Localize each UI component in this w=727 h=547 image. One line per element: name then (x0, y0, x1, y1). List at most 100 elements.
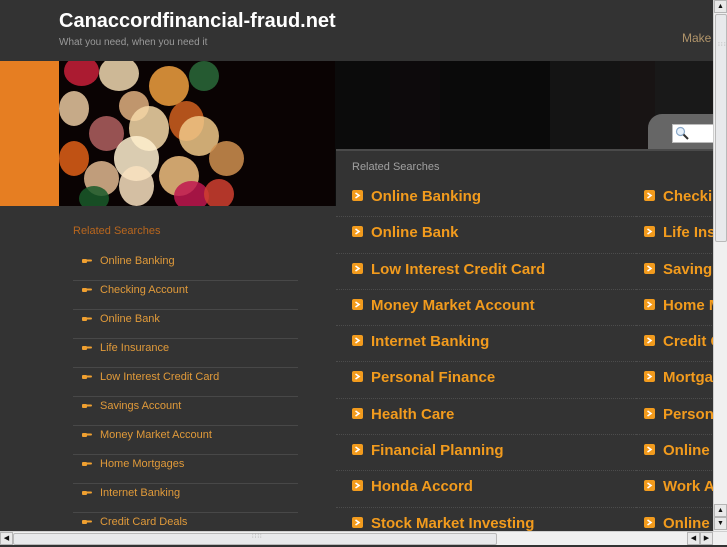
pointing-hand-icon (82, 288, 92, 292)
related-search-item[interactable]: Work A (636, 471, 713, 508)
related-search-item[interactable]: Saving (636, 254, 713, 290)
horizontal-scroll-thumb[interactable]: ⁞⁞⁞⁞ (13, 533, 497, 545)
sidebar-item-label[interactable]: Online Bank (100, 313, 160, 325)
sidebar-item[interactable]: Online Banking (73, 252, 298, 281)
related-search-link[interactable]: Credit C (663, 333, 713, 350)
chevron-right-icon (644, 407, 655, 419)
related-search-link[interactable]: Online Bank (371, 224, 459, 241)
pointing-hand-icon (82, 317, 92, 321)
sidebar-item[interactable]: Low Interest Credit Card (73, 368, 298, 397)
related-search-link[interactable]: Health Care (371, 406, 454, 423)
related-left-column: Online Banking Online Bank Low Interest Cr… (336, 181, 636, 544)
chevron-right-icon (352, 190, 363, 201)
related-search-item[interactable]: Online (636, 435, 713, 472)
chevron-right-icon (352, 516, 363, 528)
related-search-item[interactable]: Credit C (636, 326, 713, 363)
sidebar-item-label[interactable]: Savings Account (100, 400, 181, 412)
related-search-link[interactable]: Internet Banking (371, 333, 489, 350)
chevron-right-icon (352, 480, 363, 492)
related-search-link[interactable]: Low Interest Credit Card (371, 261, 545, 278)
sidebar-item-label[interactable]: Checking Account (100, 284, 188, 296)
related-search-link[interactable]: Stock Market Investing (371, 515, 534, 532)
chevron-right-icon (644, 516, 655, 528)
scroll-left-icon[interactable]: ◀ (0, 532, 13, 545)
chevron-right-icon (644, 480, 655, 492)
pointing-hand-icon (82, 462, 92, 466)
related-search-link[interactable]: Person (663, 406, 713, 423)
related-search-link[interactable]: Personal Finance (371, 369, 495, 386)
related-search-item[interactable]: Online Banking (336, 181, 636, 218)
chevron-right-icon (352, 371, 363, 383)
related-search-item[interactable]: Low Interest Credit Card (336, 254, 636, 290)
sidebar-item-label[interactable]: Home Mortgages (100, 458, 184, 470)
site-header: Canaccordfinancial-fraud.net What you ne… (0, 0, 713, 61)
related-search-link[interactable]: Mortga (663, 369, 713, 386)
pointing-hand-icon (82, 433, 92, 437)
related-search-link[interactable]: Checki (663, 188, 712, 205)
related-search-item[interactable]: Person (636, 399, 713, 436)
sidebar-item-label[interactable]: Online Banking (100, 255, 175, 267)
chevron-right-icon (352, 262, 363, 274)
sidebar-item[interactable]: Online Bank (73, 310, 298, 339)
related-search-link[interactable]: Money Market Account (371, 297, 535, 314)
related-search-link[interactable]: Online Banking (371, 188, 481, 205)
sidebar-item[interactable]: Internet Banking (73, 484, 298, 513)
chevron-right-icon (644, 190, 655, 201)
chevron-right-icon (352, 335, 363, 347)
site-title[interactable]: Canaccordfinancial-fraud.net (59, 10, 336, 33)
pointing-hand-icon (82, 520, 92, 524)
related-search-link[interactable]: Online (663, 442, 710, 459)
related-search-link[interactable]: Work A (663, 478, 713, 495)
sidebar-list: Online Banking Checking Account Online Ban… (73, 252, 298, 542)
related-search-item[interactable]: Internet Banking (336, 326, 636, 363)
related-search-item[interactable]: Honda Accord (336, 471, 636, 508)
make-homepage-link[interactable]: Make (682, 31, 711, 45)
bokeh-lights-image (59, 61, 335, 206)
related-search-item[interactable]: Money Market Account (336, 290, 636, 327)
chevron-right-icon (644, 262, 655, 274)
related-search-item[interactable]: Financial Planning (336, 435, 636, 472)
search-icon (675, 126, 689, 140)
vertical-scroll-thumb[interactable]: ⁝⁝⁝ (715, 14, 727, 242)
related-search-link[interactable]: Financial Planning (371, 442, 504, 459)
sidebar-item[interactable]: Home Mortgages (73, 455, 298, 484)
chevron-right-icon (352, 226, 363, 238)
sidebar-item-label[interactable]: Money Market Account (100, 429, 212, 441)
related-search-item[interactable]: Home M (636, 290, 713, 327)
related-search-link[interactable]: Online (663, 515, 710, 532)
pointing-hand-icon (82, 491, 92, 495)
related-search-link[interactable]: Home M (663, 297, 713, 314)
related-search-item[interactable]: Health Care (336, 399, 636, 436)
site-tagline: What you need, when you need it (59, 37, 208, 48)
related-right-column: Checki Life Ins Saving Home M Credit C Mortga… (636, 181, 713, 544)
scroll-up-icon-lower[interactable]: ▲ (714, 504, 727, 517)
sidebar-item-label[interactable]: Credit Card Deals (100, 516, 187, 528)
chevron-right-icon (352, 407, 363, 419)
chevron-right-icon (644, 371, 655, 383)
scroll-right-icon[interactable]: ▶ (700, 532, 713, 545)
sidebar-item[interactable]: Checking Account (73, 281, 298, 310)
pointing-hand-icon (82, 375, 92, 379)
related-search-item[interactable]: Life Ins (636, 217, 713, 254)
sidebar-item-label[interactable]: Life Insurance (100, 342, 169, 354)
sidebar-item-label[interactable]: Internet Banking (100, 487, 180, 499)
related-search-link[interactable]: Saving (663, 261, 712, 278)
horizontal-scrollbar[interactable]: ◀ ⁞⁞⁞⁞ ◀ ▶ (0, 531, 727, 545)
vertical-scrollbar[interactable]: ▲ ⁝⁝⁝ ▲ ▼ (713, 0, 727, 531)
panel-heading: Related Searches (352, 161, 440, 173)
sidebar-item[interactable]: Money Market Account (73, 426, 298, 455)
related-search-item[interactable]: Checki (636, 181, 713, 218)
sidebar-item[interactable]: Life Insurance (73, 339, 298, 368)
scroll-down-icon[interactable]: ▼ (714, 517, 727, 530)
sidebar-item-label[interactable]: Low Interest Credit Card (100, 371, 219, 383)
scroll-left-icon-right[interactable]: ◀ (687, 532, 700, 545)
related-search-item[interactable]: Online Bank (336, 217, 636, 254)
related-search-link[interactable]: Honda Accord (371, 478, 473, 495)
search-input[interactable] (672, 124, 718, 143)
related-search-item[interactable]: Mortga (636, 362, 713, 399)
chevron-right-icon (352, 444, 363, 456)
related-search-item[interactable]: Personal Finance (336, 362, 636, 399)
related-search-link[interactable]: Life Ins (663, 224, 713, 241)
scroll-up-icon[interactable]: ▲ (714, 0, 727, 13)
sidebar-item[interactable]: Savings Account (73, 397, 298, 426)
